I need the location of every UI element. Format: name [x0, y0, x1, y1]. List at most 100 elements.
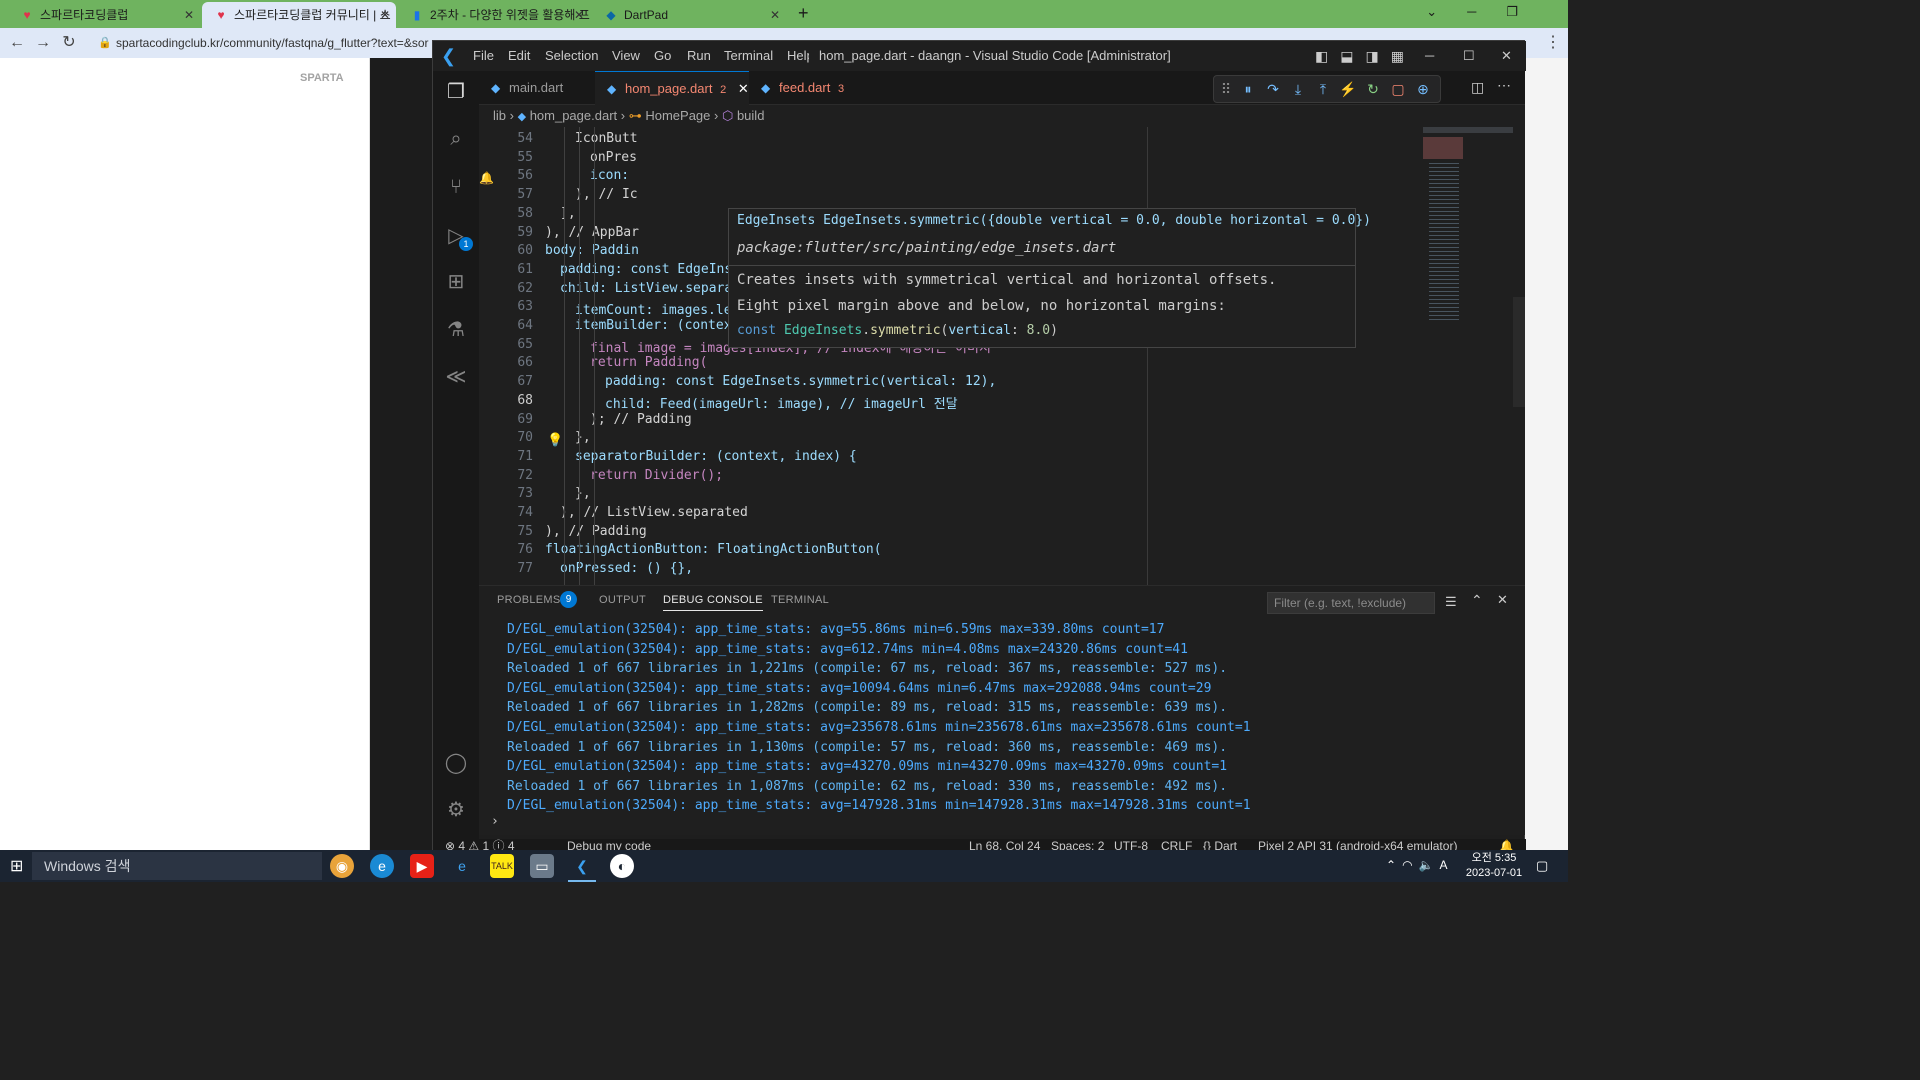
tab-feed-dart[interactable]: ◆ feed.dart 3 [749, 71, 859, 105]
console-line: D/EGL_emulation(32504): app_time_stats: … [507, 680, 1212, 696]
browser-tab[interactable]: ◆ DartPad ✕ [592, 2, 786, 28]
new-tab-icon[interactable]: + [798, 3, 809, 24]
code-editor[interactable]: 54 IconButt 55 onPres 56 icon: 57), // Ic 58], 5… [479, 127, 1525, 585]
internet-explorer-icon[interactable]: e [450, 854, 474, 878]
tab-problems[interactable]: PROBLEMS [497, 594, 561, 606]
step-over-icon[interactable]: ↷ [1263, 79, 1283, 99]
lightbulb-icon[interactable]: 💡 [547, 433, 563, 448]
flutter-icon[interactable]: ≪ [441, 362, 471, 392]
code-line: ); // Padding [590, 411, 692, 427]
tab-terminal[interactable]: TERMINAL [771, 594, 829, 606]
chevron-up-icon[interactable]: ⌃ [1386, 858, 1402, 872]
clear-console-icon[interactable]: ☰ [1445, 594, 1457, 610]
tab-hom-page-dart[interactable]: ◆ hom_page.dart 2 ✕ [595, 71, 749, 105]
split-editor-icon[interactable]: ◫ [1471, 79, 1484, 96]
tab-debug-console[interactable]: DEBUG CONSOLE [663, 594, 763, 611]
tab-main-dart[interactable]: ◆ main.dart [479, 71, 595, 105]
console-prompt-icon[interactable]: › [491, 814, 499, 829]
dart-file-icon: ◆ [607, 82, 617, 96]
minimize-icon[interactable]: ─ [1425, 41, 1434, 71]
menu-help[interactable]: Help [787, 41, 809, 71]
code-line: floatingActionButton: FloatingActionButt… [545, 542, 882, 558]
breadcrumb-method[interactable]: build [737, 108, 764, 123]
line-number: 67 [517, 374, 533, 390]
more-menu-icon[interactable]: ⋮ [1542, 32, 1564, 54]
menu-run[interactable]: Run [687, 41, 711, 71]
tab-output[interactable]: OUTPUT [599, 594, 646, 606]
editor-scrollbar[interactable] [1513, 297, 1525, 407]
filter-input[interactable]: Filter (e.g. text, !exclude) [1267, 592, 1435, 614]
app-icon[interactable]: ◐ [610, 854, 634, 878]
vscode-taskbar-icon[interactable]: ❮ [570, 854, 594, 878]
toggle-panel-icon[interactable]: ⬓ [1340, 48, 1365, 64]
file-explorer-icon[interactable]: ▭ [530, 854, 554, 878]
close-icon[interactable]: ✕ [574, 2, 584, 28]
source-control-icon[interactable]: ⑂ [441, 172, 471, 202]
drag-handle-icon[interactable]: ⠿ [1216, 79, 1236, 99]
step-out-icon[interactable]: ⤒ [1313, 79, 1333, 99]
menu-file[interactable]: File [473, 41, 494, 71]
edge-icon[interactable]: e [370, 854, 394, 878]
tab-problem-badge: 2 [720, 84, 727, 96]
windows-start-icon[interactable]: ⊞ [10, 856, 23, 876]
problems-count-badge: 9 [560, 591, 577, 608]
wifi-icon[interactable]: ◠ [1402, 858, 1418, 872]
toggle-sidebar-icon[interactable]: ◧ [1315, 48, 1340, 64]
chevron-down-icon[interactable]: ⌄ [1426, 4, 1467, 19]
stop-icon[interactable]: ▢ [1388, 79, 1408, 99]
toggle-secondary-sidebar-icon[interactable]: ◨ [1365, 48, 1390, 64]
kakaotalk-icon[interactable]: TALK [490, 854, 514, 878]
menu-view[interactable]: View [612, 41, 640, 71]
testing-icon[interactable]: ⚗ [441, 315, 471, 345]
youtube-icon[interactable]: ▶ [410, 854, 434, 878]
ime-indicator[interactable]: A [1440, 858, 1454, 872]
code-line: child: Feed(imageUrl: image), // imageUr… [605, 396, 958, 412]
devtools-icon[interactable]: ⊕ [1413, 79, 1433, 99]
account-icon[interactable]: ◯ [441, 748, 471, 778]
chevron-right-icon: › [509, 108, 518, 123]
settings-gear-icon[interactable]: ⚙ [441, 795, 471, 825]
pause-icon[interactable]: ⏸ [1238, 79, 1258, 99]
taskbar-clock[interactable]: 오전 5:35 2023-07-01 [1456, 851, 1532, 881]
chevron-up-icon[interactable]: ⌃ [1471, 592, 1483, 609]
line-number: 64 [517, 318, 533, 333]
menu-edit[interactable]: Edit [508, 41, 530, 71]
taskbar-search[interactable]: Windows 검색 [32, 852, 322, 880]
close-icon[interactable]: ✕ [738, 81, 749, 96]
menu-terminal[interactable]: Terminal [724, 41, 773, 71]
restore-icon[interactable]: ❐ [1506, 4, 1548, 19]
breadcrumb-file[interactable]: hom_page.dart [530, 108, 617, 123]
line-number: 69 [517, 411, 533, 427]
forward-icon[interactable]: → [32, 32, 54, 54]
volume-icon[interactable]: 🔈 [1419, 858, 1440, 872]
console-line: D/EGL_emulation(32504): app_time_stats: … [507, 622, 1165, 637]
browser-tab-active[interactable]: ♥ 스파르타코딩클럽 커뮤니티 | 스 ✕ [202, 2, 396, 28]
step-into-icon[interactable]: ⤓ [1288, 79, 1308, 99]
more-actions-icon[interactable]: ⋯ [1497, 77, 1511, 94]
hot-reload-icon[interactable]: ⚡ [1338, 79, 1358, 99]
menu-selection[interactable]: Selection [545, 41, 598, 71]
close-icon[interactable]: ✕ [380, 2, 390, 28]
breadcrumb-class[interactable]: HomePage [645, 108, 710, 123]
maximize-icon[interactable]: ☐ [1463, 41, 1475, 71]
restart-icon[interactable]: ↻ [1363, 79, 1383, 99]
menu-go[interactable]: Go [654, 41, 671, 71]
explorer-icon[interactable]: ❐ [441, 77, 471, 107]
minimize-icon[interactable]: ─ [1467, 4, 1506, 19]
search-icon[interactable]: ⌕ [441, 124, 471, 154]
close-icon[interactable]: ✕ [1497, 592, 1508, 608]
browser-tab[interactable]: ♥ 스파르타코딩클럽 ✕ [8, 2, 200, 28]
close-icon[interactable]: ✕ [770, 2, 780, 28]
customize-layout-icon[interactable]: ▦ [1391, 48, 1416, 64]
back-icon[interactable]: ← [6, 32, 28, 54]
reload-icon[interactable]: ↻ [58, 32, 80, 54]
run-debug-icon[interactable]: ▷ 1 [441, 221, 473, 251]
browser-tab[interactable]: ▮ 2주차 - 다양한 위젯을 활용해 프 ✕ [398, 2, 590, 28]
chrome-icon[interactable]: ◉ [330, 854, 354, 878]
extensions-icon[interactable]: ⊞ [441, 267, 471, 297]
action-center-icon[interactable]: ▢ [1536, 858, 1548, 874]
close-icon[interactable]: ✕ [1501, 41, 1512, 71]
minimap[interactable] [1423, 127, 1513, 585]
breadcrumb-lib[interactable]: lib [493, 108, 506, 123]
close-icon[interactable]: ✕ [184, 2, 194, 28]
